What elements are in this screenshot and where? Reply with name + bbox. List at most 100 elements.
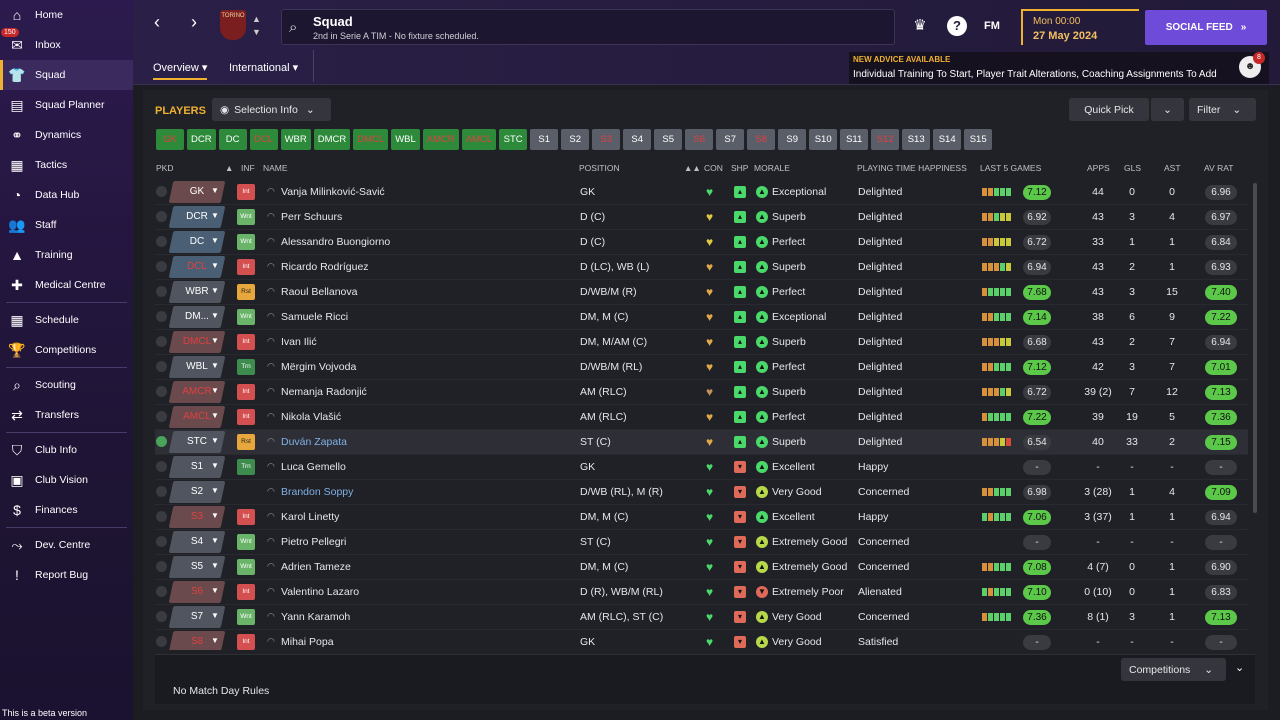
chevron-down-icon[interactable]: ▼ [211,336,219,345]
page-header-search[interactable]: ⌕ Squad 2nd in Serie A TIM - No fixture … [281,9,895,45]
sidebar-item-finances[interactable]: $ Finances [0,495,133,525]
player-name[interactable]: Alessandro Buongiorno [281,236,390,248]
player-name[interactable]: Luca Gemello [281,461,346,473]
player-name[interactable]: Samuele Ricci [281,311,348,323]
selection-info-dropdown[interactable]: ◉ Selection Info ⌄ [212,98,331,121]
sidebar-item-report-bug[interactable]: ! Report Bug [0,560,133,590]
player-name[interactable]: Vanja Milinković-Savić [281,186,385,198]
chevron-up-icon[interactable]: ▲ [252,14,261,24]
sidebar-item-data-hub[interactable]: ◔ Data Hub [0,180,133,210]
advice-banner[interactable]: NEW ADVICE AVAILABLE Individual Training… [849,52,1269,84]
chevron-down-icon[interactable]: ▼ [211,461,219,470]
sidebar-item-home[interactable]: ⌂ Home [0,0,133,30]
chevron-down-icon[interactable]: ▼ [211,311,219,320]
position-button-wbl[interactable]: WBL [391,129,420,150]
picked-indicator[interactable] [156,486,167,497]
position-button-s5[interactable]: S5 [654,129,683,150]
table-row[interactable]: S4 ▼ Wnt ◠ Pietro Pellegri ST (C) ♥ ▾ ▲ Extremely… [155,530,1248,555]
picked-indicator[interactable] [156,411,167,422]
quick-pick-button[interactable]: Quick Pick [1069,98,1149,121]
table-row[interactable]: WBR ▼ Rst ◠ Raoul Bellanova D/WB/M (R) ♥ ▴ ▲ Perf… [155,280,1248,305]
player-name[interactable]: Ricardo Rodríguez [281,261,369,273]
col-avrat[interactable]: AV RAT [1204,163,1233,173]
chevron-down-icon[interactable]: ▼ [211,536,219,545]
chevron-down-icon[interactable]: ▼ [211,186,219,195]
chevron-down-icon[interactable]: ▼ [211,636,219,645]
position-button-s6[interactable]: S6 [685,129,714,150]
picked-indicator[interactable] [156,336,167,347]
position-button-amcl[interactable]: AMCL [461,129,497,150]
table-row[interactable]: DMCL ▼ Int ◠ Ivan Ilić DM, M/AM (C) ♥ ▴ ▲ Superb D… [155,330,1248,355]
chevron-down-icon[interactable]: ▼ [211,511,219,520]
table-scrollbar[interactable] [1253,183,1257,513]
picked-indicator[interactable] [156,561,167,572]
chevron-down-icon[interactable]: ▼ [211,386,219,395]
player-name[interactable]: Adrien Tameze [281,561,351,573]
picked-indicator[interactable] [156,236,167,247]
sidebar-item-schedule[interactable]: ▦ Schedule [0,305,133,335]
player-name[interactable]: Raoul Bellanova [281,286,357,298]
picked-indicator[interactable] [156,611,167,622]
position-button-s2[interactable]: S2 [561,129,590,150]
sidebar-item-scouting[interactable]: ⌕ Scouting [0,370,133,400]
sidebar-item-tactics[interactable]: ▦ Tactics [0,150,133,180]
tab-international[interactable]: International ▾ [229,61,298,74]
fm-menu-button[interactable]: FM [982,16,1002,36]
chevron-down-icon[interactable]: ▼ [211,286,219,295]
col-apps[interactable]: APPS [1087,163,1110,173]
position-button-dcr[interactable]: DCR [187,129,216,150]
table-row[interactable]: S2 ▼ ◠ Brandon Soppy D/WB (RL), M (R) ♥ ▾ ▲ Very… [155,480,1248,505]
help-icon[interactable]: ? [947,16,967,36]
position-button-s13[interactable]: S13 [902,129,931,150]
position-button-stc[interactable]: STC [499,129,528,150]
tab-overview[interactable]: Overview ▾ [153,61,208,80]
position-button-s10[interactable]: S10 [809,129,838,150]
chevron-down-icon[interactable]: ▼ [211,361,219,370]
table-row[interactable]: STC ▼ Rst ◠ Duván Zapata ST (C) ♥ ▴ ▲ Superb Delig… [155,430,1248,455]
position-button-dcl[interactable]: DCL [249,129,278,150]
chevron-down-icon[interactable]: ▼ [211,486,219,495]
player-name[interactable]: Duván Zapata [281,436,347,448]
position-button-dmcr[interactable]: DMCR [313,129,351,150]
player-name[interactable]: Nemanja Radonjić [281,386,367,398]
back-arrow-icon[interactable]: ‹ [147,12,167,34]
col-con[interactable]: CON [704,163,723,173]
picked-indicator[interactable] [156,211,167,222]
col-shp[interactable]: SHP [731,163,748,173]
chevron-down-icon[interactable]: ▼ [211,586,219,595]
table-row[interactable]: S3 ▼ Int ◠ Karol Linetty DM, M (C) ♥ ▾ ▲ Excellen… [155,505,1248,530]
col-morale[interactable]: MORALE [754,163,790,173]
table-row[interactable]: DC ▼ Wnt ◠ Alessandro Buongiorno D (C) ♥ ▴ ▲ Perf… [155,230,1248,255]
competitions-dropdown[interactable]: Competitions ⌄ [1121,658,1226,681]
picked-indicator[interactable] [156,186,167,197]
sidebar-item-competitions[interactable]: 🏆 Competitions [0,335,133,365]
table-row[interactable]: S1 ▼ Trn ◠ Luca Gemello GK ♥ ▾ ▲ Excellent Happy - -… [155,455,1248,480]
sidebar-item-club-vision[interactable]: ▣ Club Vision [0,465,133,495]
chevron-down-icon[interactable]: ▼ [211,261,219,270]
player-name[interactable]: Perr Schuurs [281,211,342,223]
position-button-s9[interactable]: S9 [778,129,807,150]
player-name[interactable]: Mihai Popa [281,636,334,648]
chevron-down-icon[interactable]: ▼ [211,611,219,620]
forward-arrow-icon[interactable]: › [184,12,204,34]
sidebar-item-transfers[interactable]: ⇄ Transfers [0,400,133,430]
sidebar-item-squad-planner[interactable]: ▤ Squad Planner [0,90,133,120]
picked-indicator[interactable] [156,536,167,547]
picked-indicator[interactable] [156,586,167,597]
picked-indicator[interactable] [156,511,167,522]
table-row[interactable]: S7 ▼ Wnt ◠ Yann Karamoh AM (RLC), ST (C) ♥ ▾ ▲ Ve… [155,605,1248,630]
position-button-amcr[interactable]: AMCR [422,129,459,150]
filter-dropdown[interactable]: Filter ⌄ [1189,98,1256,121]
col-ast[interactable]: AST [1164,163,1181,173]
col-gls[interactable]: GLS [1124,163,1141,173]
table-row[interactable]: S6 ▼ Int ◠ Valentino Lazaro D (R), WB/M (RL) ♥… [155,580,1248,605]
player-name[interactable]: Brandon Soppy [281,486,353,498]
table-row[interactable]: DM... ▼ Wnt ◠ Samuele Ricci DM, M (C) ♥ ▴ ▲ Excep… [155,305,1248,330]
world-cup-icon[interactable]: ♛ [910,16,930,36]
picked-indicator[interactable] [156,461,167,472]
sidebar-item-club-info[interactable]: ⛉ Club Info [0,435,133,465]
picked-indicator[interactable] [156,286,167,297]
picked-indicator[interactable] [156,261,167,272]
col-last5[interactable]: LAST 5 GAMES [980,163,1041,173]
player-name[interactable]: Ivan Ilić [281,336,317,348]
